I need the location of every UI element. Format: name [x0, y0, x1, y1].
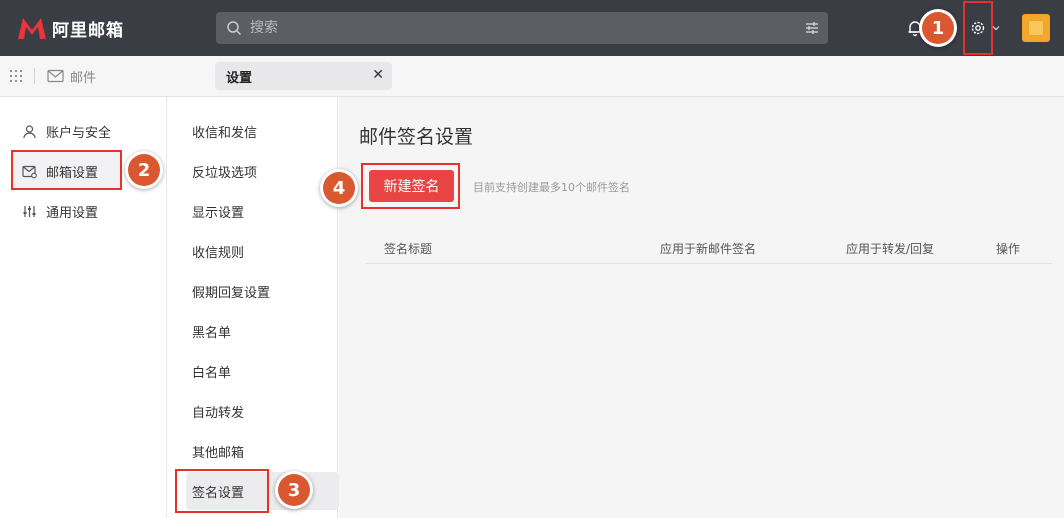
sidebar-item-label: 通用设置 [46, 205, 99, 221]
subnav-item-blacklist[interactable]: 黑名单 [192, 322, 231, 342]
annotation-badge-1: 1 [922, 12, 954, 44]
top-bar: 阿里邮箱 1 [0, 0, 1064, 56]
subnav-item-signature[interactable]: 签名设置 [192, 482, 244, 502]
sidebar-item-account-security[interactable]: 账户与安全 [22, 119, 111, 143]
page-title: 邮件签名设置 [359, 126, 474, 148]
signature-table-header: 签名标题 应用于新邮件签名 应用于转发/回复 操作 [366, 234, 1052, 264]
highlight-box-new-signature: 新建签名 [361, 163, 460, 209]
avatar[interactable] [1022, 14, 1050, 42]
column-header-forward-reply: 应用于转发/回复 [846, 242, 935, 256]
search-icon [227, 21, 242, 36]
sidebar-item-label: 邮箱设置 [46, 165, 99, 181]
chevron-down-icon[interactable] [992, 24, 1000, 32]
search-box[interactable] [216, 12, 828, 44]
subnav-item-anti-spam[interactable]: 反垃圾选项 [192, 162, 257, 182]
subnav-item-receive-send[interactable]: 收信和发信 [192, 122, 257, 142]
subnav-item-display[interactable]: 显示设置 [192, 202, 244, 222]
gear-icon [971, 21, 985, 35]
tab-settings[interactable]: 设置 ✕ [215, 62, 392, 90]
sidebar-item-general-settings[interactable]: 通用设置 [22, 199, 98, 223]
avatar-image [1029, 21, 1043, 35]
user-icon [23, 124, 36, 138]
app-logo[interactable]: 阿里邮箱 [16, 14, 124, 42]
logo-m-icon [18, 18, 46, 39]
subnav-item-whitelist[interactable]: 白名单 [192, 362, 231, 382]
annotation-badge-4: 4 [323, 172, 355, 204]
column-header-actions: 操作 [996, 242, 1021, 256]
filter-icon[interactable] [804, 20, 820, 36]
annotation-badge-3: 3 [278, 474, 310, 506]
annotation-badge-2: 2 [128, 154, 160, 186]
tab-divider [34, 68, 35, 84]
column-header-new-mail: 应用于新邮件签名 [660, 242, 757, 256]
subnav-item-auto-forward[interactable]: 自动转发 [192, 402, 244, 422]
close-icon[interactable]: ✕ [372, 67, 384, 83]
subnav-item-rules[interactable]: 收信规则 [192, 242, 244, 262]
main-content: 邮件签名设置 新建签名 目前支持创建最多10个邮件签名 签名标题 应用于新邮件签… [339, 97, 1064, 518]
mailbox-settings-icon [22, 165, 37, 178]
logo-text: 阿里邮箱 [52, 20, 124, 41]
subnav-item-other-mailboxes[interactable]: 其他邮箱 [192, 442, 244, 462]
sidebar-item-label: 账户与安全 [46, 125, 112, 141]
signature-limit-hint: 目前支持创建最多10个邮件签名 [473, 181, 630, 194]
tab-settings-label: 设置 [226, 71, 253, 86]
subnav-item-vacation-reply[interactable]: 假期回复设置 [192, 282, 270, 302]
mail-icon[interactable] [47, 69, 64, 83]
new-signature-button[interactable]: 新建签名 [369, 170, 454, 202]
sidebar-item-mailbox-settings[interactable]: 邮箱设置 [22, 159, 98, 183]
settings-gear-button[interactable] [963, 1, 993, 55]
search-input[interactable] [250, 12, 790, 44]
apps-grid-icon[interactable] [9, 69, 23, 83]
tab-mail[interactable]: 邮件 [70, 67, 96, 86]
column-header-title: 签名标题 [384, 242, 433, 256]
tab-bar: 邮件 设置 ✕ [0, 56, 1064, 97]
sliders-icon [23, 205, 36, 217]
settings-subnav: 收信和发信 反垃圾选项 显示设置 收信规则 假期回复设置 黑名单 白名单 自动转… [168, 97, 339, 518]
